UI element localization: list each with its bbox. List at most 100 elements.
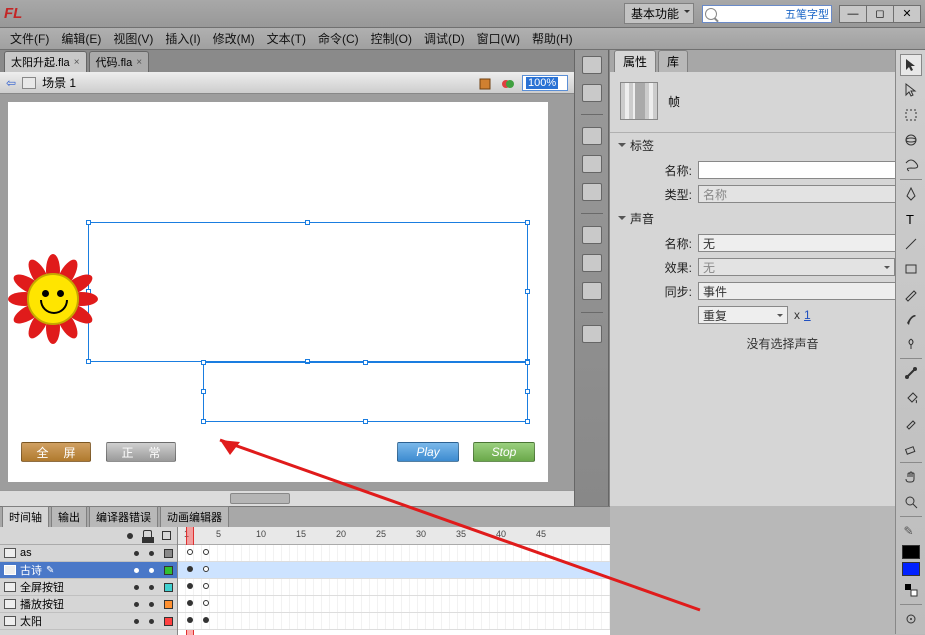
pen-tool[interactable] xyxy=(900,183,922,205)
motion-presets-icon[interactable] xyxy=(582,282,602,300)
layer-fullscreen-btn[interactable]: 全屏按钮 xyxy=(0,579,177,596)
minimize-button[interactable]: — xyxy=(839,5,867,23)
eraser-tool[interactable] xyxy=(900,437,922,459)
code-snippets-icon[interactable] xyxy=(582,226,602,244)
bone-tool[interactable] xyxy=(900,362,922,384)
menu-text[interactable]: 文本(T) xyxy=(261,28,312,49)
stage[interactable]: 全 屏 正 常 Play Stop xyxy=(8,102,548,482)
eyedropper-tool[interactable] xyxy=(900,412,922,434)
normal-button[interactable]: 正 常 xyxy=(106,442,176,462)
maximize-button[interactable]: ◻ xyxy=(866,5,894,23)
transform-panel-icon[interactable] xyxy=(582,183,602,201)
selection-rect-1[interactable] xyxy=(88,222,528,362)
search-box[interactable]: 五笔字型 xyxy=(702,5,832,23)
layer-as[interactable]: as xyxy=(0,545,177,562)
swatches-panel-icon[interactable] xyxy=(582,84,602,102)
sync-dropdown[interactable]: 事件 xyxy=(698,282,915,300)
align-panel-icon[interactable] xyxy=(582,127,602,145)
selection-tool[interactable] xyxy=(900,54,922,76)
rectangle-tool[interactable] xyxy=(900,258,922,280)
frame-row-poem xyxy=(178,562,610,579)
menu-view[interactable]: 视图(V) xyxy=(107,28,159,49)
close-tab-icon[interactable]: × xyxy=(74,57,80,68)
menu-modify[interactable]: 修改(M) xyxy=(207,28,261,49)
layer-poem[interactable]: 古诗 ✎ xyxy=(0,562,177,579)
layer-name: 太阳 xyxy=(20,613,42,629)
deco-tool[interactable] xyxy=(900,333,922,355)
frame-type-dropdown[interactable]: 名称 xyxy=(698,185,915,203)
menu-control[interactable]: 控制(O) xyxy=(365,28,418,49)
tab-motion-editor[interactable]: 动画编辑器 xyxy=(160,506,229,527)
brush-tool[interactable] xyxy=(900,308,922,330)
close-button[interactable]: ✕ xyxy=(893,5,921,23)
menu-insert[interactable]: 插入(I) xyxy=(159,28,206,49)
subselection-tool[interactable] xyxy=(900,79,922,101)
frames-area[interactable]: 1 5 10 15 20 25 30 35 40 45 xyxy=(178,527,610,635)
repeat-count[interactable]: x1 xyxy=(794,308,811,322)
lock-header-icon[interactable] xyxy=(143,530,152,539)
hand-tool[interactable] xyxy=(900,466,922,488)
frame-name-input[interactable] xyxy=(698,161,915,179)
layer-icon xyxy=(4,599,16,609)
line-tool[interactable] xyxy=(900,233,922,255)
stage-hscrollbar[interactable] xyxy=(0,490,574,506)
info-panel-icon[interactable] xyxy=(582,155,602,173)
components-icon[interactable] xyxy=(582,254,602,272)
sun-sprite[interactable] xyxy=(8,254,98,344)
layer-play-btn[interactable]: 播放按钮 xyxy=(0,596,177,613)
workspace-dropdown[interactable]: 基本功能 xyxy=(624,3,694,24)
selection-rect-2[interactable] xyxy=(203,362,528,422)
timeline-panel: 时间轴 输出 编译器错误 动画编辑器 as 古诗 ✎ xyxy=(0,506,610,634)
menu-debug[interactable]: 调试(D) xyxy=(418,28,471,49)
stroke-color[interactable]: ✎ xyxy=(900,520,922,542)
edit-scene-icon[interactable] xyxy=(478,76,494,90)
3d-rotation-tool[interactable] xyxy=(900,129,922,151)
play-button[interactable]: Play xyxy=(397,442,459,462)
sound-name-dropdown[interactable]: 无 xyxy=(698,234,915,252)
fill-swatch[interactable] xyxy=(902,562,920,576)
text-tool[interactable]: T xyxy=(900,208,922,230)
tab-timeline[interactable]: 时间轴 xyxy=(2,506,49,527)
fullscreen-button[interactable]: 全 屏 xyxy=(21,442,91,462)
edit-symbol-icon[interactable] xyxy=(500,76,516,90)
swap-colors-icon[interactable] xyxy=(900,579,922,601)
snap-icon[interactable] xyxy=(900,608,922,630)
visibility-header-icon[interactable] xyxy=(127,533,133,539)
layer-sun[interactable]: 太阳 xyxy=(0,613,177,630)
tools-panel: T ✎ xyxy=(895,50,925,634)
effect-dropdown[interactable]: 无 xyxy=(698,258,895,276)
color-panel-icon[interactable] xyxy=(582,56,602,74)
project-panel-icon[interactable] xyxy=(582,325,602,343)
tab-output[interactable]: 输出 xyxy=(51,506,87,527)
paint-bucket-tool[interactable] xyxy=(900,387,922,409)
tab-properties[interactable]: 属性 xyxy=(614,50,656,72)
repeat-dropdown[interactable]: 重复 xyxy=(698,306,788,324)
menu-help[interactable]: 帮助(H) xyxy=(526,28,579,49)
scene-back-icon[interactable]: ⇦ xyxy=(6,76,16,90)
pencil-tool[interactable] xyxy=(900,283,922,305)
section-sound[interactable]: 声音 xyxy=(610,206,925,231)
zoom-input[interactable]: 100% xyxy=(522,75,568,91)
section-label[interactable]: 标签 xyxy=(610,133,925,158)
app-logo: FL xyxy=(4,5,26,23)
close-tab-icon[interactable]: × xyxy=(136,57,142,68)
frame-name-label: 名称: xyxy=(656,162,692,179)
free-transform-tool[interactable] xyxy=(900,104,922,126)
lasso-tool[interactable] xyxy=(900,154,922,176)
document-tabs: 太阳升起.fla × 代码.fla × xyxy=(0,50,574,72)
menu-edit[interactable]: 编辑(E) xyxy=(55,28,107,49)
tab-library[interactable]: 库 xyxy=(658,50,688,72)
stroke-swatch[interactable] xyxy=(902,545,920,559)
timeline-ruler[interactable]: 1 5 10 15 20 25 30 35 40 45 xyxy=(178,527,610,545)
zoom-tool[interactable] xyxy=(900,491,922,513)
frame-row-as xyxy=(178,545,610,562)
outline-header-icon[interactable] xyxy=(162,531,171,540)
tab-compiler-errors[interactable]: 编译器错误 xyxy=(89,506,158,527)
stop-button[interactable]: Stop xyxy=(473,442,535,462)
sync-label: 同步: xyxy=(656,283,692,300)
menu-window[interactable]: 窗口(W) xyxy=(471,28,526,49)
menu-commands[interactable]: 命令(C) xyxy=(312,28,365,49)
doc-tab-2[interactable]: 代码.fla × xyxy=(89,51,150,72)
doc-tab-1[interactable]: 太阳升起.fla × xyxy=(4,51,87,72)
menu-file[interactable]: 文件(F) xyxy=(4,28,55,49)
